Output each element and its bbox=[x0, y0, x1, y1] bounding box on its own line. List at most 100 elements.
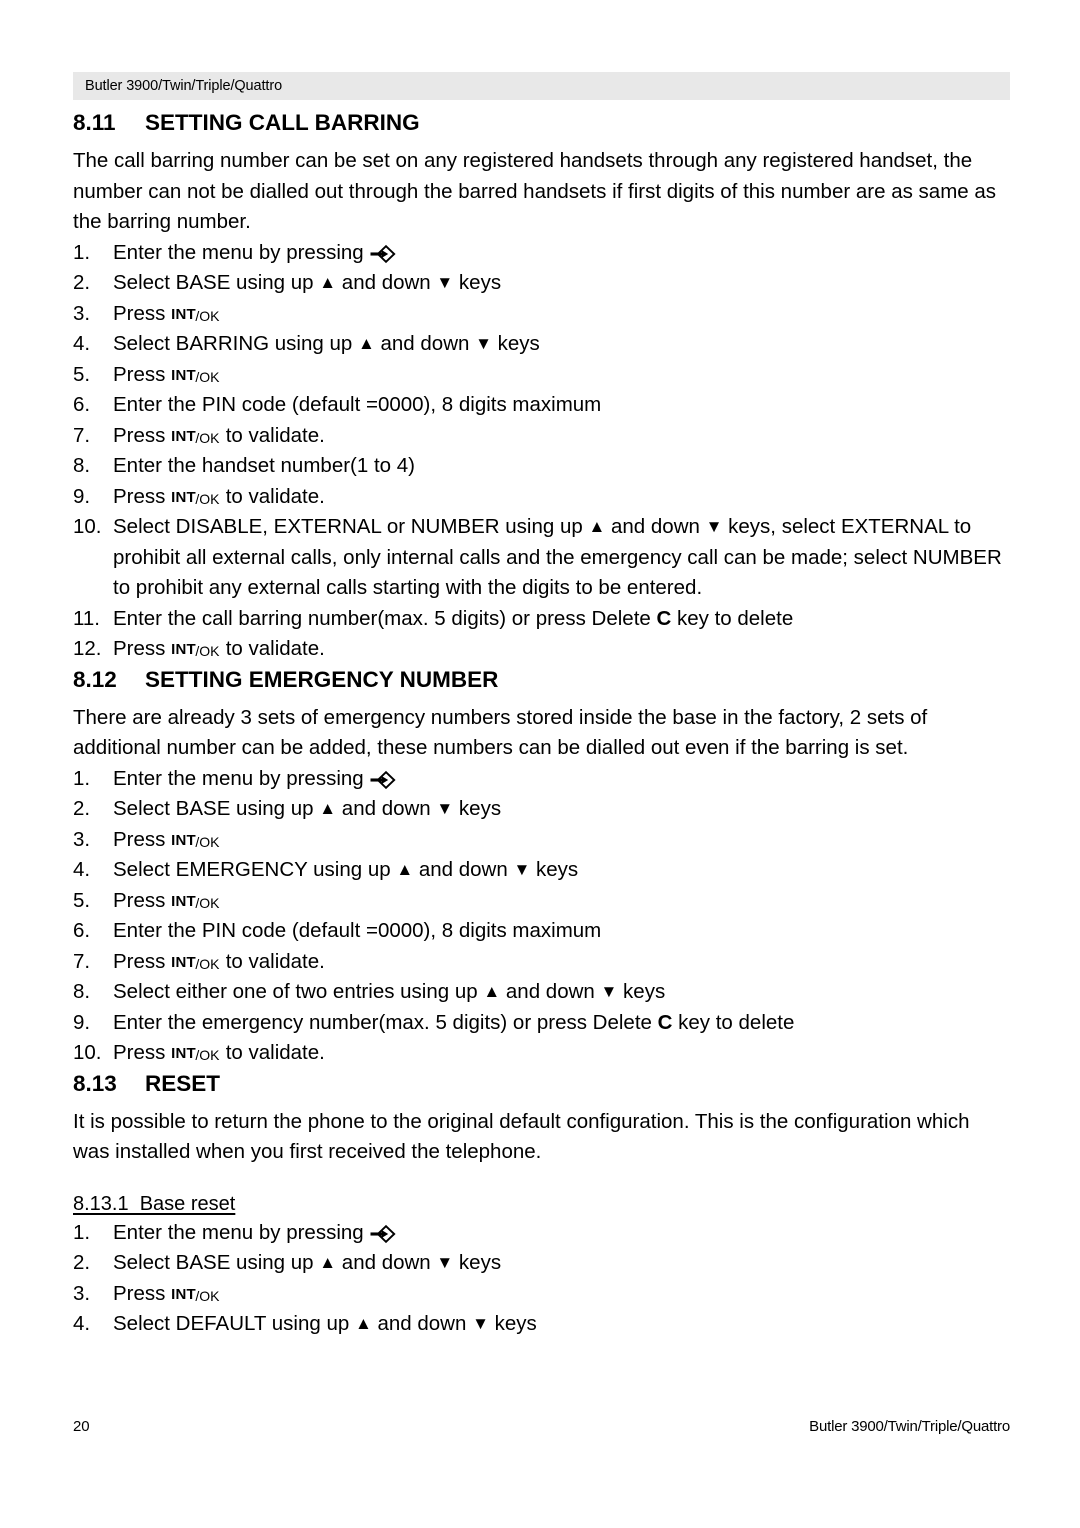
int-label: INT bbox=[171, 641, 196, 658]
down-arrow-key-icon: ▼ bbox=[436, 273, 454, 292]
step-number: 9. bbox=[73, 1010, 91, 1034]
ok-label: /OK bbox=[195, 833, 220, 850]
step-item: 2. Select BASE using up ▲ and down ▼ keys bbox=[73, 268, 1008, 299]
step-number: 1. bbox=[73, 240, 91, 264]
int-label: INT bbox=[171, 366, 196, 384]
step-item: 7. Press INT/OK to validate. bbox=[73, 421, 1008, 452]
step-item: 5. Press INT/OK bbox=[73, 886, 1008, 917]
steps-list-8-11: 1. Enter the menu by pressing 2. Select BA… bbox=[73, 238, 1008, 665]
menu-arrow-diamond-icon bbox=[369, 1224, 397, 1244]
int-label: INT bbox=[171, 1045, 196, 1062]
int-ok-key-icon: INT/OK bbox=[171, 303, 220, 324]
up-arrow-key-icon: ▲ bbox=[319, 1253, 337, 1272]
step-item: 11. Enter the call barring number(max. 5 … bbox=[73, 604, 1008, 635]
step-item: 5. Press INT/OK bbox=[73, 360, 1008, 391]
step-number: 6. bbox=[73, 393, 91, 416]
up-arrow-key-icon: ▲ bbox=[319, 273, 337, 292]
int-ok-key-icon: INT/OK bbox=[171, 1042, 220, 1063]
down-arrow-key-icon: ▼ bbox=[472, 1314, 489, 1333]
ok-label: /OK bbox=[195, 490, 220, 507]
down-arrow-key-icon: ▼ bbox=[513, 860, 531, 879]
int-ok-key-icon: INT/OK bbox=[171, 1283, 220, 1304]
menu-arrow-diamond-icon bbox=[369, 244, 397, 264]
step-text: Enter the call barring number(max. 5 dig… bbox=[113, 606, 794, 630]
step-item: 6. Enter the PIN code (default =0000), 8 … bbox=[73, 390, 1008, 421]
down-arrow-key-icon: ▼ bbox=[475, 334, 492, 353]
delete-c-key-icon: C bbox=[656, 606, 672, 630]
step-text: Enter the PIN code (default =0000), 8 di… bbox=[113, 393, 602, 416]
subsection-heading-8-13-1: 8.13.1 Base reset bbox=[73, 1192, 236, 1215]
up-arrow-key-icon: ▲ bbox=[396, 860, 414, 879]
step-number: 4. bbox=[73, 1312, 91, 1335]
section-paragraph-8-11: The call barring number can be set on an… bbox=[73, 149, 997, 233]
step-item: 10. Press INT/OK to validate. bbox=[73, 1038, 1008, 1069]
int-ok-key-icon: INT/OK bbox=[171, 829, 220, 850]
step-text: Press INT/OK bbox=[113, 1281, 220, 1305]
section-title: SETTING CALL BARRING bbox=[145, 110, 420, 135]
step-item: 3. Press INT/OK bbox=[73, 299, 1008, 330]
menu-arrow-diamond-icon bbox=[369, 770, 397, 790]
section-number: 8.13 bbox=[73, 1070, 117, 1096]
down-arrow-key-icon: ▼ bbox=[436, 799, 454, 818]
section-number: 8.11 bbox=[73, 110, 116, 135]
step-item: 12. Press INT/OK to validate. bbox=[73, 634, 1008, 665]
step-item: 1. Enter the menu by pressing bbox=[73, 238, 1008, 269]
up-arrow-key-icon: ▲ bbox=[354, 1314, 372, 1333]
step-text: Enter the menu by pressing bbox=[113, 764, 1008, 795]
int-ok-key-icon: INT/OK bbox=[171, 951, 220, 972]
step-item: 10. Select DISABLE, EXTERNAL or NUMBER us… bbox=[73, 512, 1008, 604]
int-ok-key-icon: INT/OK bbox=[171, 486, 220, 507]
step-text: Enter the emergency number(max. 5 digits… bbox=[113, 1010, 795, 1034]
up-arrow-key-icon: ▲ bbox=[588, 517, 606, 536]
step-number: 3. bbox=[73, 827, 91, 851]
step-item: 3. Press INT/OK bbox=[73, 1279, 1008, 1310]
step-item: 4. Select BARRING using up ▲ and down ▼ k… bbox=[73, 329, 1008, 360]
section-heading-8-13: 8.13 RESET bbox=[73, 1069, 1008, 1099]
section-paragraph-8-12: There are already 3 sets of emergency nu… bbox=[73, 705, 928, 760]
ok-label: /OK bbox=[195, 1047, 220, 1063]
step-item: 8. Enter the handset number(1 to 4) bbox=[73, 451, 1008, 482]
down-arrow-key-icon: ▼ bbox=[600, 982, 618, 1001]
ok-label: /OK bbox=[195, 894, 220, 911]
step-text: Select DEFAULT using up ▲ and down ▼ key… bbox=[113, 1312, 537, 1335]
int-ok-key-icon: INT/OK bbox=[171, 425, 220, 446]
int-ok-key-icon: INT/OK bbox=[171, 364, 220, 385]
step-number: 1. bbox=[73, 766, 91, 790]
step-number: 4. bbox=[73, 858, 91, 881]
step-text: Press INT/OK to validate. bbox=[113, 637, 325, 660]
step-number: 3. bbox=[73, 301, 91, 325]
step-text: Press INT/OK to validate. bbox=[113, 1041, 325, 1064]
step-text: Select BASE using up ▲ and down ▼ keys bbox=[113, 1251, 502, 1274]
ok-label: /OK bbox=[195, 643, 220, 659]
ok-label: /OK bbox=[195, 368, 220, 385]
step-number: 5. bbox=[73, 888, 91, 912]
ok-label: /OK bbox=[195, 955, 220, 972]
running-header: Butler 3900/Twin/Triple/Quattro bbox=[73, 72, 1010, 100]
down-arrow-key-icon: ▼ bbox=[705, 517, 723, 536]
step-text: Enter the menu by pressing bbox=[113, 1218, 1008, 1249]
step-item: 9. Enter the emergency number(max. 5 digi… bbox=[73, 1008, 1008, 1039]
document-page: Butler 3900/Twin/Triple/Quattro 8.11 SET… bbox=[0, 0, 1080, 1528]
step-text: Press INT/OK to validate. bbox=[113, 423, 325, 447]
int-ok-key-icon: INT/OK bbox=[171, 638, 220, 659]
step-text: Press INT/OK bbox=[113, 301, 220, 325]
page-content: 8.11 SETTING CALL BARRING The call barri… bbox=[73, 108, 1008, 1340]
step-item: 2. Select BASE using up ▲ and down ▼ keys bbox=[73, 1248, 1008, 1279]
step-text: Press INT/OK bbox=[113, 827, 220, 851]
step-text: Enter the menu by pressing bbox=[113, 238, 1008, 269]
step-number: 8. bbox=[73, 980, 91, 1003]
step-number: 2. bbox=[73, 1251, 91, 1274]
int-label: INT bbox=[171, 305, 196, 323]
int-label: INT bbox=[171, 953, 196, 971]
step-number: 4. bbox=[73, 332, 91, 355]
section-title: RESET bbox=[145, 1070, 221, 1096]
step-number: 2. bbox=[73, 797, 91, 820]
step-item: 1. Enter the menu by pressing bbox=[73, 1218, 1008, 1249]
int-ok-key-icon: INT/OK bbox=[171, 890, 220, 911]
int-label: INT bbox=[171, 427, 196, 445]
step-number: 9. bbox=[73, 484, 91, 508]
up-arrow-key-icon: ▲ bbox=[357, 334, 375, 353]
step-item: 1. Enter the menu by pressing bbox=[73, 764, 1008, 795]
running-footer-text: Butler 3900/Twin/Triple/Quattro bbox=[809, 1418, 1010, 1435]
step-number: 3. bbox=[73, 1281, 91, 1305]
